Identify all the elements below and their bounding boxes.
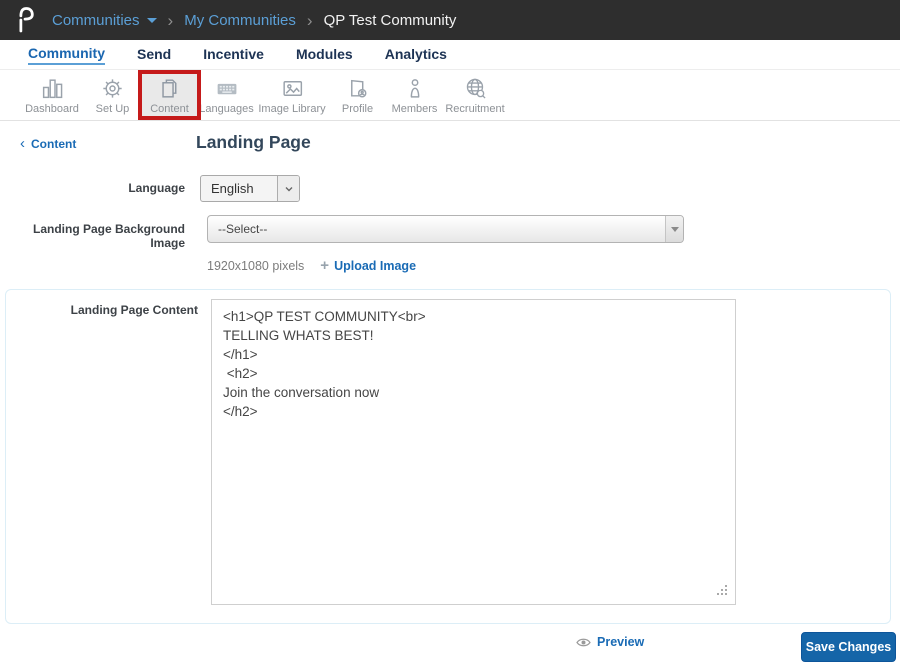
toolbar-item-label: Recruitment bbox=[445, 102, 505, 115]
folder-person-icon bbox=[351, 79, 367, 97]
toolbar-item-recruitment[interactable]: Recruitment bbox=[443, 70, 507, 120]
landing-page-editor: ‹ Content Landing Page Language English … bbox=[0, 121, 900, 669]
resize-handle-icon[interactable] bbox=[725, 593, 727, 595]
page-title: Landing Page bbox=[196, 132, 311, 152]
preview-link[interactable]: Preview bbox=[576, 635, 644, 649]
questionpro-logo-icon bbox=[19, 7, 34, 33]
background-image-label: Landing Page Background Image bbox=[32, 222, 185, 250]
toolbar-item-label: Dashboard bbox=[25, 102, 79, 115]
toolbar-item-members[interactable]: Members bbox=[386, 70, 443, 120]
triangle-down-icon bbox=[670, 226, 679, 232]
breadcrumb-separator: › bbox=[167, 10, 174, 30]
caret-down-icon bbox=[146, 17, 157, 23]
breadcrumb-separator: › bbox=[306, 10, 313, 30]
back-to-content-link[interactable]: ‹ Content bbox=[20, 135, 77, 152]
background-image-select[interactable]: --Select-- bbox=[207, 215, 684, 243]
main-tab-nav: Community Send Incentive Modules Analyti… bbox=[0, 40, 900, 70]
tab-analytics[interactable]: Analytics bbox=[385, 46, 447, 64]
bar-chart-icon bbox=[42, 78, 62, 98]
preview-label: Preview bbox=[597, 635, 645, 649]
pages-icon bbox=[162, 78, 177, 98]
toolbar-item-profile[interactable]: Profile bbox=[329, 70, 386, 120]
tab-modules[interactable]: Modules bbox=[296, 46, 353, 64]
eye-icon bbox=[576, 638, 591, 646]
tab-incentive[interactable]: Incentive bbox=[203, 46, 264, 64]
language-select[interactable]: English bbox=[200, 175, 300, 202]
upload-row: 1920x1080 pixels + Upload Image bbox=[207, 257, 416, 274]
back-link-label: Content bbox=[31, 137, 77, 151]
toolbar-item-label: Languages bbox=[199, 102, 254, 115]
content-panel: Landing Page Content <h1>QP TEST COMMUNI… bbox=[5, 289, 891, 624]
toolbar-item-languages[interactable]: Languages bbox=[198, 70, 255, 120]
toolbar-item-setup[interactable]: Set Up bbox=[84, 70, 141, 120]
gear-icon bbox=[103, 78, 122, 98]
toolbar-item-label: Profile bbox=[341, 102, 374, 115]
person-icon bbox=[410, 78, 420, 98]
upload-image-link[interactable]: Upload Image bbox=[334, 259, 416, 273]
image-dimensions-hint: 1920x1080 pixels bbox=[207, 258, 305, 273]
keyboard-icon bbox=[217, 83, 237, 94]
toolbar-item-content[interactable]: Content bbox=[138, 70, 201, 120]
tab-send[interactable]: Send bbox=[137, 46, 171, 64]
communities-menu-label: Communities bbox=[52, 11, 140, 29]
toolbar-item-label: Content bbox=[150, 102, 189, 115]
language-select-value: English bbox=[211, 181, 254, 196]
communities-menu[interactable]: Communities bbox=[52, 12, 157, 29]
save-changes-button[interactable]: Save Changes bbox=[801, 632, 896, 662]
questionpro-logo[interactable] bbox=[14, 6, 36, 34]
chevron-left-icon: ‹ bbox=[20, 135, 25, 152]
breadcrumb-my-communities[interactable]: My Communities bbox=[184, 12, 296, 29]
toolbar-item-label: Members bbox=[391, 102, 438, 115]
tab-community[interactable]: Community bbox=[28, 45, 105, 65]
toolbar-item-label: Image Library bbox=[258, 102, 326, 115]
image-icon bbox=[282, 80, 302, 96]
chevron-down-icon bbox=[285, 186, 292, 191]
landing-page-content-textarea[interactable]: <h1>QP TEST COMMUNITY<br> TELLING WHATS … bbox=[211, 299, 736, 605]
background-image-select-button[interactable] bbox=[665, 216, 683, 242]
breadcrumb-current-community: QP Test Community bbox=[323, 11, 457, 29]
toolbar-item-label: Set Up bbox=[95, 102, 130, 115]
language-select-button[interactable] bbox=[277, 176, 299, 201]
toolbar-item-dashboard[interactable]: Dashboard bbox=[20, 70, 84, 120]
community-toolbar: Dashboard Set Up Content Languages Image… bbox=[0, 70, 900, 121]
top-header-bar: Communities › My Communities › QP Test C… bbox=[0, 0, 900, 40]
landing-page-content-label: Landing Page Content bbox=[70, 303, 198, 317]
language-label: Language bbox=[128, 181, 185, 195]
plus-icon: + bbox=[320, 257, 330, 274]
toolbar-item-image-library[interactable]: Image Library bbox=[255, 70, 329, 120]
globe-search-icon bbox=[466, 78, 486, 99]
background-image-select-value: --Select-- bbox=[218, 222, 268, 236]
